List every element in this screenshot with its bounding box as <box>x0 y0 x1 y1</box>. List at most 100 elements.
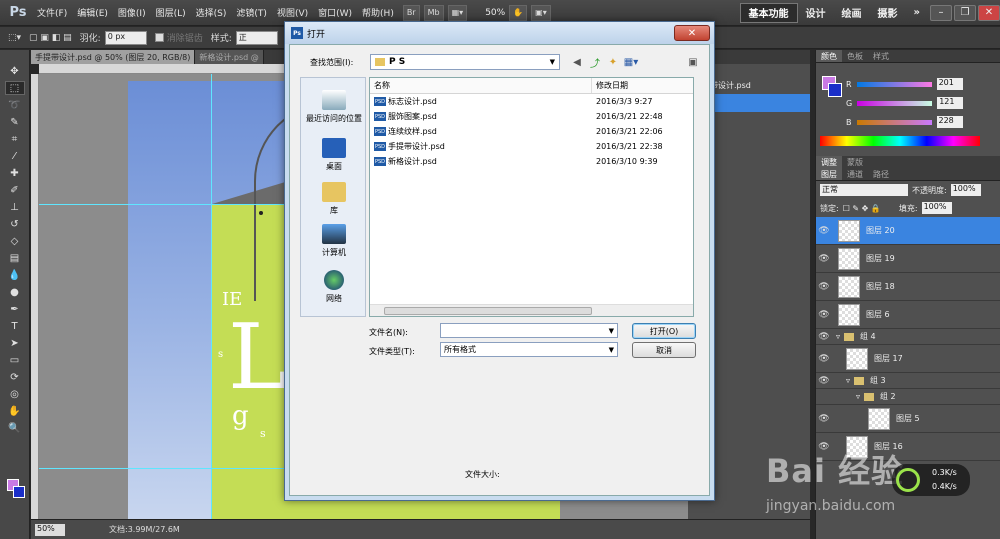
chevron-down-icon[interactable]: ▼ <box>550 58 555 66</box>
eyedropper-tool-icon[interactable]: ⁄ <box>5 149 25 163</box>
workspace-painting[interactable]: 绘画 <box>834 3 870 23</box>
chevron-down-icon[interactable]: ▼ <box>609 346 614 354</box>
tab-channels[interactable]: 通道 <box>842 168 868 180</box>
layer-group-row[interactable]: ▿ 组 2 <box>816 389 1000 405</box>
menu-edit[interactable]: 编辑(E) <box>72 6 113 19</box>
workspace-essentials[interactable]: 基本功能 <box>739 2 798 23</box>
marquee-tool-icon[interactable]: ⬚ <box>4 81 25 95</box>
antialias-checkbox[interactable]: 消除锯齿 <box>154 31 203 44</box>
zoom-field[interactable]: 50% <box>35 523 65 536</box>
document-size[interactable]: 文档:3.99M/27.6M <box>109 524 180 535</box>
expand-icon[interactable]: ▿ <box>856 392 860 401</box>
filename-input[interactable]: ▼ <box>440 323 618 338</box>
workspace-photography[interactable]: 摄影 <box>870 3 906 23</box>
view-extras-button[interactable]: ▦▾ <box>447 4 468 21</box>
blend-mode-select[interactable]: 正常 <box>820 184 908 196</box>
layer-row[interactable]: 👁 图层 19 <box>816 245 1000 273</box>
style-select[interactable]: 正 <box>235 30 278 45</box>
pen-tool-icon[interactable]: ✒ <box>5 302 25 316</box>
tab-adjustments[interactable]: 调整 <box>816 156 842 168</box>
horizontal-scrollbar[interactable] <box>370 304 693 316</box>
eye-icon[interactable]: 👁 <box>816 332 832 342</box>
dialog-close-button[interactable]: ✕ <box>674 25 710 41</box>
healing-brush-icon[interactable]: ✚ <box>5 166 25 180</box>
eye-icon[interactable]: 👁 <box>816 226 832 236</box>
document-tab[interactable]: 新格设计.psd @ <box>195 50 264 64</box>
layer-row[interactable]: 👁 图层 6 <box>816 301 1000 329</box>
history-brush-icon[interactable]: ↺ <box>5 217 25 231</box>
eye-icon[interactable]: 👁 <box>816 254 832 264</box>
place-network[interactable]: 网络 <box>301 270 367 304</box>
zoom-level[interactable]: 50% <box>485 8 505 18</box>
layer-row[interactable]: 👁 图层 16 <box>816 433 1000 461</box>
menu-file[interactable]: 文件(F) <box>32 6 72 19</box>
chevron-down-icon[interactable]: ▼ <box>609 327 614 335</box>
document-tab-active[interactable]: 手提带设计.psd @ 50% (图层 20, RGB/8) <box>31 50 196 64</box>
background-color-swatch[interactable] <box>13 486 25 498</box>
zoom-tool-icon[interactable]: 🔍 <box>5 421 25 435</box>
checkbox-box[interactable] <box>154 33 164 42</box>
close-icon[interactable]: ✕ <box>978 4 1000 21</box>
layer-group-row[interactable]: 👁 ▿ 组 4 <box>816 329 1000 345</box>
tab-swatches[interactable]: 色板 <box>842 50 868 62</box>
expand-icon[interactable]: ▿ <box>846 376 850 385</box>
file-row[interactable]: PSD 连续纹样.psd 2016/3/21 22:06 <box>370 124 693 139</box>
blur-tool-icon[interactable]: 💧 <box>5 268 25 282</box>
tab-masks[interactable]: 蒙版 <box>842 156 868 168</box>
3d-orbit-icon[interactable]: ◎ <box>5 387 25 401</box>
shape-tool-icon[interactable]: ▭ <box>5 353 25 367</box>
dialog-titlebar[interactable]: Ps 打开 ✕ <box>285 22 714 44</box>
menu-help[interactable]: 帮助(H) <box>357 6 399 19</box>
type-tool-icon[interactable]: T <box>5 319 25 333</box>
brush-tool-icon[interactable]: ✐ <box>5 183 25 197</box>
layer-row[interactable]: 👁 图层 17 <box>816 345 1000 373</box>
clone-stamp-icon[interactable]: ⊥ <box>5 200 25 214</box>
hand-tool-button[interactable]: ✋ <box>509 4 528 21</box>
fill-input[interactable]: 100% <box>921 202 952 214</box>
expand-icon[interactable]: ▿ <box>836 332 840 341</box>
menu-window[interactable]: 窗口(W) <box>313 6 357 19</box>
restore-icon[interactable]: ❐ <box>954 4 976 21</box>
red-slider[interactable] <box>856 81 932 87</box>
eye-icon[interactable]: 👁 <box>816 310 832 320</box>
menu-image[interactable]: 图像(I) <box>113 6 151 19</box>
eye-icon[interactable]: 👁 <box>816 376 832 386</box>
3d-rotate-icon[interactable]: ⟳ <box>5 370 25 384</box>
eye-icon[interactable]: 👁 <box>816 282 832 292</box>
cancel-button[interactable]: 取消 <box>632 342 696 358</box>
place-computer[interactable]: 计算机 <box>301 224 367 258</box>
lock-icons[interactable]: ☐ ✎ ✥ 🔒 <box>843 204 881 213</box>
opacity-input[interactable]: 100% <box>950 184 981 196</box>
lasso-tool-icon[interactable]: ➰ <box>5 98 25 112</box>
quick-select-tool-icon[interactable]: ✎ <box>5 115 25 129</box>
open-button[interactable]: 打开(O) <box>632 323 696 339</box>
marquee-tool-icon[interactable]: ⬚▾ <box>8 33 21 43</box>
eraser-tool-icon[interactable]: ◇ <box>5 234 25 248</box>
hand-tool-icon[interactable]: ✋ <box>5 404 25 418</box>
layer-row[interactable]: 👁 图层 18 <box>816 273 1000 301</box>
green-slider[interactable] <box>857 100 933 106</box>
eye-icon[interactable]: 👁 <box>816 354 832 364</box>
filetype-select[interactable]: 所有格式 ▼ <box>440 342 618 357</box>
layer-row[interactable]: 👁 图层 5 <box>816 405 1000 433</box>
red-value[interactable]: 201 <box>936 78 963 90</box>
move-tool-icon[interactable]: ✥ <box>5 64 25 78</box>
arrange-documents-button[interactable]: ▣▾ <box>531 4 551 21</box>
green-value[interactable]: 121 <box>937 97 964 109</box>
menu-select[interactable]: 选择(S) <box>191 6 232 19</box>
menu-view[interactable]: 视图(V) <box>272 6 313 19</box>
view-menu-icon[interactable]: ▦▾ <box>624 55 638 69</box>
bridge-button[interactable]: Br <box>402 4 420 21</box>
column-name[interactable]: 名称 <box>370 78 592 93</box>
eye-icon[interactable]: 👁 <box>816 442 832 452</box>
back-icon[interactable]: ◀ <box>570 55 584 69</box>
color-spectrum-bar[interactable] <box>820 136 980 146</box>
blue-slider[interactable] <box>856 119 932 125</box>
tab-styles[interactable]: 样式 <box>868 50 894 62</box>
preview-folder-icon[interactable]: ▣ <box>686 55 700 69</box>
blue-value[interactable]: 228 <box>936 116 963 128</box>
tab-layers[interactable]: 图层 <box>816 168 842 180</box>
workspace-design[interactable]: 设计 <box>798 3 834 23</box>
look-in-dropdown[interactable]: P S ▼ <box>370 54 560 70</box>
file-row[interactable]: PSD 新格设计.psd 2016/3/10 9:39 <box>370 154 693 169</box>
